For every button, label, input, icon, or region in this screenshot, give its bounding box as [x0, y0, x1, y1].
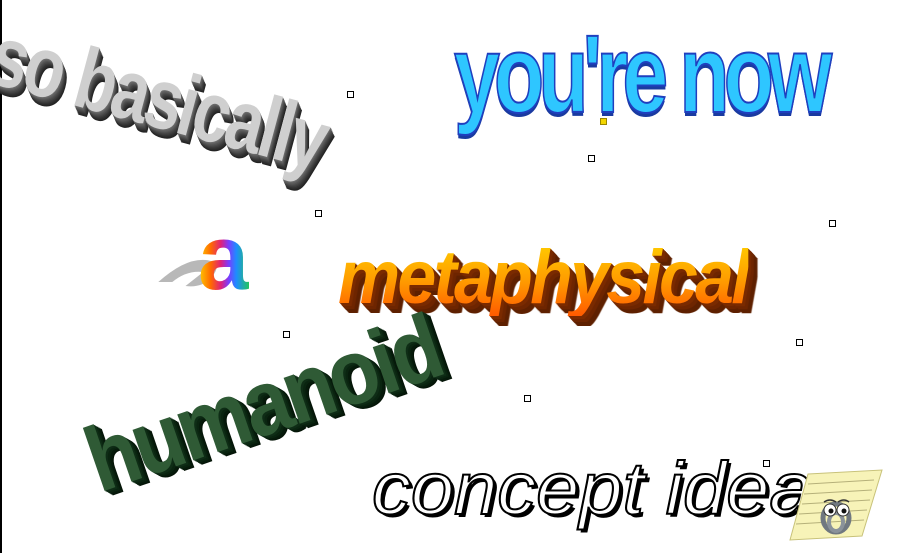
selection-handle-icon[interactable]	[524, 395, 531, 402]
wordart-so-basically[interactable]: so basically	[0, 7, 337, 188]
wordart-concept-idea[interactable]: concept idea	[371, 451, 814, 527]
adjust-handle-icon[interactable]	[600, 118, 607, 125]
selection-handle-icon[interactable]	[829, 220, 836, 227]
selection-handle-icon[interactable]	[796, 339, 803, 346]
wordart-youre-now[interactable]: you're now	[453, 19, 833, 131]
selection-handle-icon[interactable]	[315, 210, 322, 217]
selection-handle-icon[interactable]	[283, 331, 290, 338]
selection-handle-icon[interactable]	[763, 460, 770, 467]
selection-handle-icon[interactable]	[347, 91, 354, 98]
wordart-a[interactable]: a	[198, 212, 249, 304]
paperclip-assistant-icon[interactable]	[786, 466, 886, 544]
slide-canvas: so basically you're now a metaphysical h…	[0, 0, 904, 553]
selection-handle-icon[interactable]	[588, 155, 595, 162]
